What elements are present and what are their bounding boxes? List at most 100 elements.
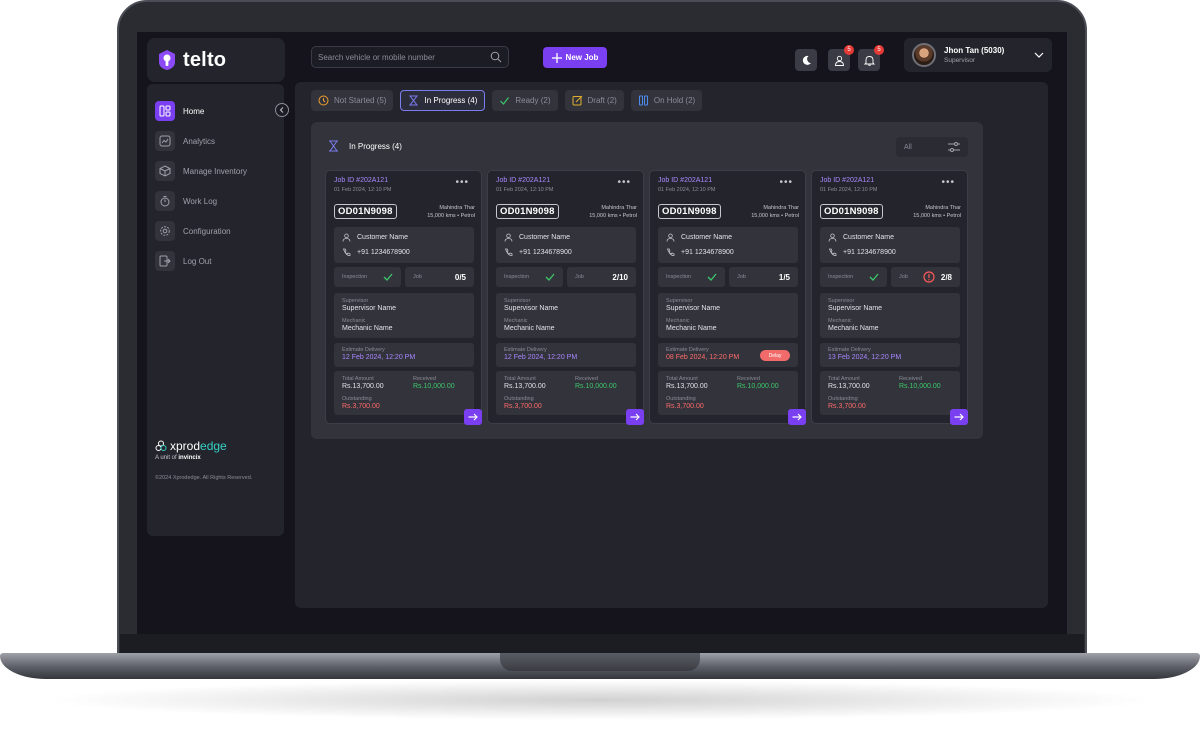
outstanding-amount: Rs.3,700.00 [342,403,380,410]
supervisor-label: Supervisor [342,298,369,304]
filter-select[interactable]: All [896,137,968,157]
app-screen: telto Search vehicle or mobile number Ne… [137,32,1067,634]
job-card[interactable]: Job ID #202A121 01 Feb 2024, 12:10 PM ••… [811,170,968,425]
received-label: Received [413,376,436,382]
customer-box: Customer Name +91 1234678900 [496,227,636,263]
vehicle-info: Mahindra Thar 15,000 kms • Petrol [589,204,637,220]
open-job-button[interactable] [626,409,644,425]
new-job-label: New Job [565,53,599,62]
job-card[interactable]: Job ID #202A121 01 Feb 2024, 12:10 PM ••… [649,170,806,425]
job-id: Job ID #202A121 [496,177,551,184]
outstanding-label: Outstanding [504,396,534,402]
vehicle-plate: OD01N9098 [658,204,721,219]
hourglass-icon [409,95,419,106]
user-icon [666,233,675,242]
profile-alerts-button[interactable]: 5 [828,45,854,71]
phone-line: +91 1234678900 [828,248,896,257]
panel-title-text: In Progress (4) [349,141,402,151]
more-options-icon[interactable]: ••• [617,177,631,188]
phone-line: +91 1234678900 [504,248,572,257]
logout-icon [155,251,175,271]
vehicle-model: Mahindra Thar [601,205,637,211]
job-card[interactable]: Job ID #202A121 01 Feb 2024, 12:10 PM ••… [325,170,482,425]
tab-draft[interactable]: Draft (2) [564,90,624,111]
customer-box: Customer Name +91 1234678900 [658,227,798,263]
estimate-delivery-box: Estimate Delivery 13 Feb 2024, 12:20 PM [820,343,960,367]
job-progress: Job 1/5 [729,267,798,287]
moon-icon [802,55,811,65]
received-label: Received [899,376,922,382]
sidebar-item-analytics[interactable]: Analytics [155,130,215,152]
vehicle-model: Mahindra Thar [763,205,799,211]
tab-label: Ready (2) [515,96,551,105]
received-amount: Rs.10,000.00 [413,383,455,390]
total-amount: Rs.13,700.00 [342,383,384,390]
home-dashboard-icon [155,101,175,121]
job-id: Job ID #202A121 [658,177,713,184]
customer-line: Customer Name [666,233,732,242]
sidebar: Home Analytics Manage Inventory Work Log… [147,84,289,536]
copyright-text: ©2024 Xprodedge. All Rights Reserved. [155,475,253,481]
sidebar-item-log-out[interactable]: Log Out [155,250,211,272]
warning-icon [923,271,935,283]
mechanic-name: Mechanic Name [504,325,555,332]
user-name: Jhon Tan (5030) [944,46,1005,55]
mechanic-label: Mechanic [828,318,852,324]
customer-phone: +91 1234678900 [843,249,896,256]
estimate-delivery-box: Estimate Delivery 12 Feb 2024, 12:20 PM [496,343,636,367]
vehicle-info: Mahindra Thar 15,000 kms • Petrol [427,204,475,220]
profile-alerts-badge: 5 [844,45,854,55]
collapse-sidebar-button[interactable] [275,103,289,117]
sidebar-item-manage-inventory[interactable]: Manage Inventory [155,160,247,182]
filter-value: All [904,143,912,151]
outstanding-amount: Rs.3,700.00 [666,403,704,410]
mechanic-label: Mechanic [342,318,366,324]
staff-box: Supervisor Supervisor Name Mechanic Mech… [820,293,960,338]
open-job-button[interactable] [950,409,968,425]
sidebar-item-home[interactable]: Home [155,100,204,122]
tab-in-progress[interactable]: In Progress (4) [400,90,486,111]
more-options-icon[interactable]: ••• [779,177,793,188]
phone-line: +91 1234678900 [666,248,734,257]
estimate-delivery-label: Estimate Delivery [342,347,385,353]
job-count: 2/10 [612,272,628,282]
panel-title: In Progress (4) [328,140,402,152]
supervisor-name: Supervisor Name [504,305,559,312]
inspection-label: Inspection [504,274,530,280]
sidebar-item-label: Work Log [183,196,218,206]
notification-badge: 5 [874,45,884,55]
more-options-icon[interactable]: ••• [455,177,469,188]
search-input[interactable]: Search vehicle or mobile number [311,46,509,68]
supervisor-label: Supervisor [504,298,531,304]
tab-label: In Progress (4) [424,96,478,105]
delay-badge: Delay [760,350,790,361]
outstanding-label: Outstanding [666,396,696,402]
phone-icon [342,248,351,256]
tab-not-started[interactable]: Not Started (5) [311,90,394,111]
job-count: 2/8 [940,272,952,282]
open-job-button[interactable] [788,409,806,425]
tab-on-hold[interactable]: On Hold (2) [630,90,703,111]
sidebar-item-configuration[interactable]: Configuration [155,220,231,242]
hourglass-icon [329,140,338,152]
new-job-button[interactable]: New Job [543,47,607,68]
job-card[interactable]: Job ID #202A121 01 Feb 2024, 12:10 PM ••… [487,170,644,425]
more-options-icon[interactable]: ••• [941,177,955,188]
sidebar-item-work-log[interactable]: Work Log [155,190,217,212]
search-placeholder: Search vehicle or mobile number [318,52,435,62]
user-menu[interactable]: Jhon Tan (5030) Supervisor [904,38,1052,72]
logo[interactable]: telto [147,38,285,82]
tab-label: On Hold (2) [653,96,696,105]
notifications-button[interactable]: 5 [858,45,884,71]
search-icon[interactable] [490,51,502,63]
inspection-label: Inspection [666,274,692,280]
theme-toggle-button[interactable] [795,49,817,71]
customer-phone: +91 1234678900 [357,249,410,256]
chevron-down-icon[interactable] [1034,52,1044,58]
tab-ready[interactable]: Ready (2) [492,90,558,111]
chevron-left-icon [279,107,284,113]
tab-label: Not Started (5) [334,96,387,105]
supervisor-label: Supervisor [828,298,855,304]
open-job-button[interactable] [464,409,482,425]
vehicle-model: Mahindra Thar [439,205,475,211]
